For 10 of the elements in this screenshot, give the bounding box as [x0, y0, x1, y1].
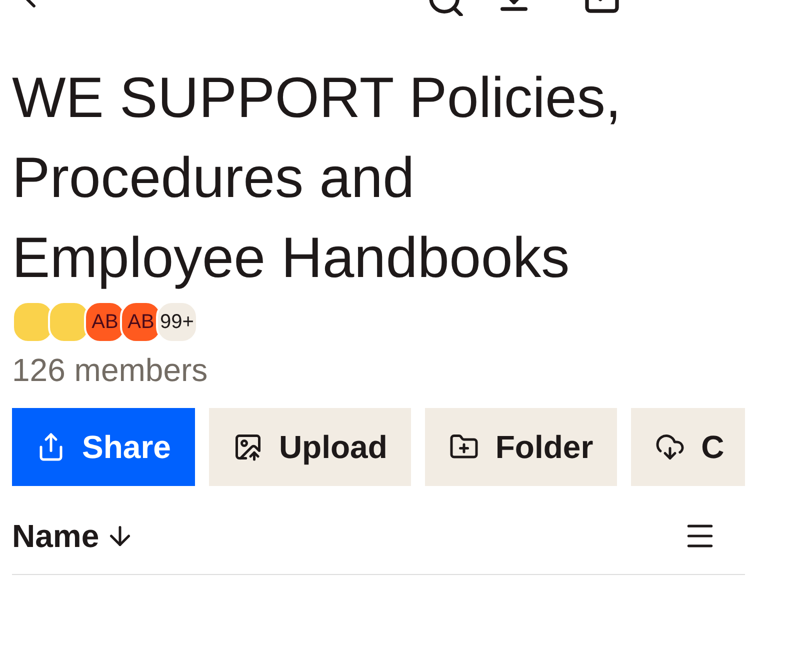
- cloud-icon: [655, 432, 686, 462]
- share-button[interactable]: Share: [12, 408, 195, 486]
- avatar[interactable]: 99+: [156, 301, 198, 343]
- upload-icon: [232, 432, 263, 462]
- upload-button[interactable]: Upload: [208, 408, 412, 486]
- page-title: WE SUPPORT Policies, Procedures and Employee Handbooks: [12, 65, 622, 292]
- member-count: 126 members: [12, 351, 209, 390]
- sort-by-name[interactable]: Name: [12, 512, 136, 560]
- folder-button[interactable]: Folder: [425, 408, 618, 486]
- cloud-button[interactable]: C: [631, 408, 745, 486]
